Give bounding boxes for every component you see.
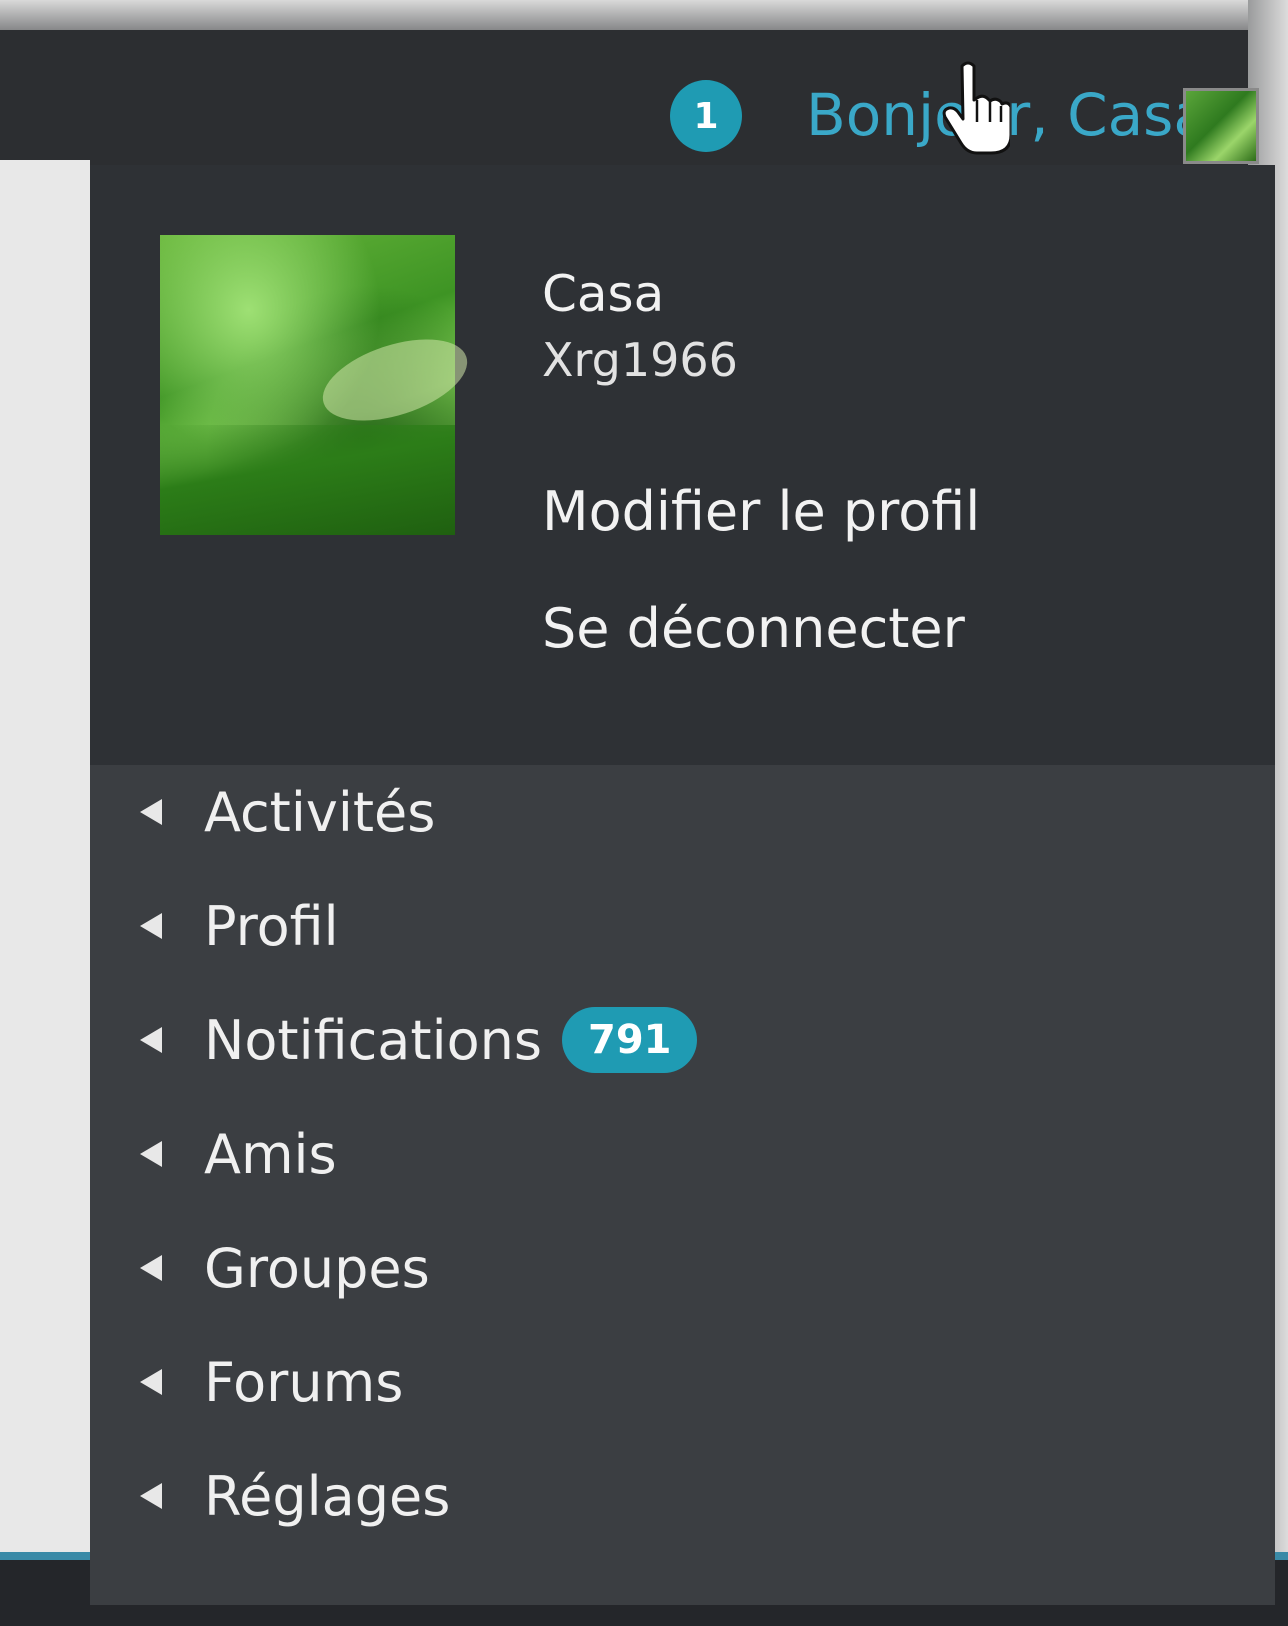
caret-left-icon [140, 1141, 162, 1167]
menu-item-label: Forums [204, 1350, 404, 1414]
menu-item-profil[interactable]: Profil [140, 891, 339, 961]
hand-cursor-icon [942, 61, 1010, 155]
caret-left-icon [140, 1027, 162, 1053]
caret-left-icon [140, 799, 162, 825]
edit-profile-link[interactable]: Modifier le profil [542, 480, 980, 543]
display-name[interactable]: Casa [542, 265, 664, 323]
menu-item-label: Notifications [204, 1008, 542, 1072]
menu-item-activites[interactable]: Activités [140, 777, 435, 847]
menu-item-label: Profil [204, 894, 339, 958]
avatar-photo-detail [312, 323, 478, 437]
notification-count-badge[interactable]: 1 [670, 80, 742, 152]
page-content-left [0, 160, 90, 1560]
avatar-photo-leaf [160, 425, 455, 535]
user-avatar-small[interactable] [1183, 88, 1259, 164]
menu-item-label: Réglages [204, 1464, 451, 1528]
caret-left-icon [140, 1255, 162, 1281]
user-dropdown-menu: Casa Xrg1966 Modifier le profil Se décon… [90, 165, 1275, 1605]
profile-summary: Casa Xrg1966 Modifier le profil Se décon… [90, 165, 1275, 765]
menu-item-amis[interactable]: Amis [140, 1119, 337, 1189]
menu-item-label: Amis [204, 1122, 337, 1186]
menu-item-groupes[interactable]: Groupes [140, 1233, 430, 1303]
user-avatar-large[interactable] [160, 235, 478, 535]
caret-left-icon [140, 1369, 162, 1395]
caret-left-icon [140, 913, 162, 939]
logout-link[interactable]: Se déconnecter [542, 597, 965, 660]
caret-left-icon [140, 1483, 162, 1509]
menu-item-forums[interactable]: Forums [140, 1347, 403, 1417]
menu-item-label: Activités [204, 780, 436, 844]
menu-item-notifications[interactable]: Notifications 791 [140, 1005, 698, 1075]
menu-item-label: Groupes [204, 1236, 430, 1300]
notifications-count-badge: 791 [561, 1007, 698, 1073]
username: Xrg1966 [542, 333, 738, 387]
menu-item-reglages[interactable]: Réglages [140, 1461, 450, 1531]
